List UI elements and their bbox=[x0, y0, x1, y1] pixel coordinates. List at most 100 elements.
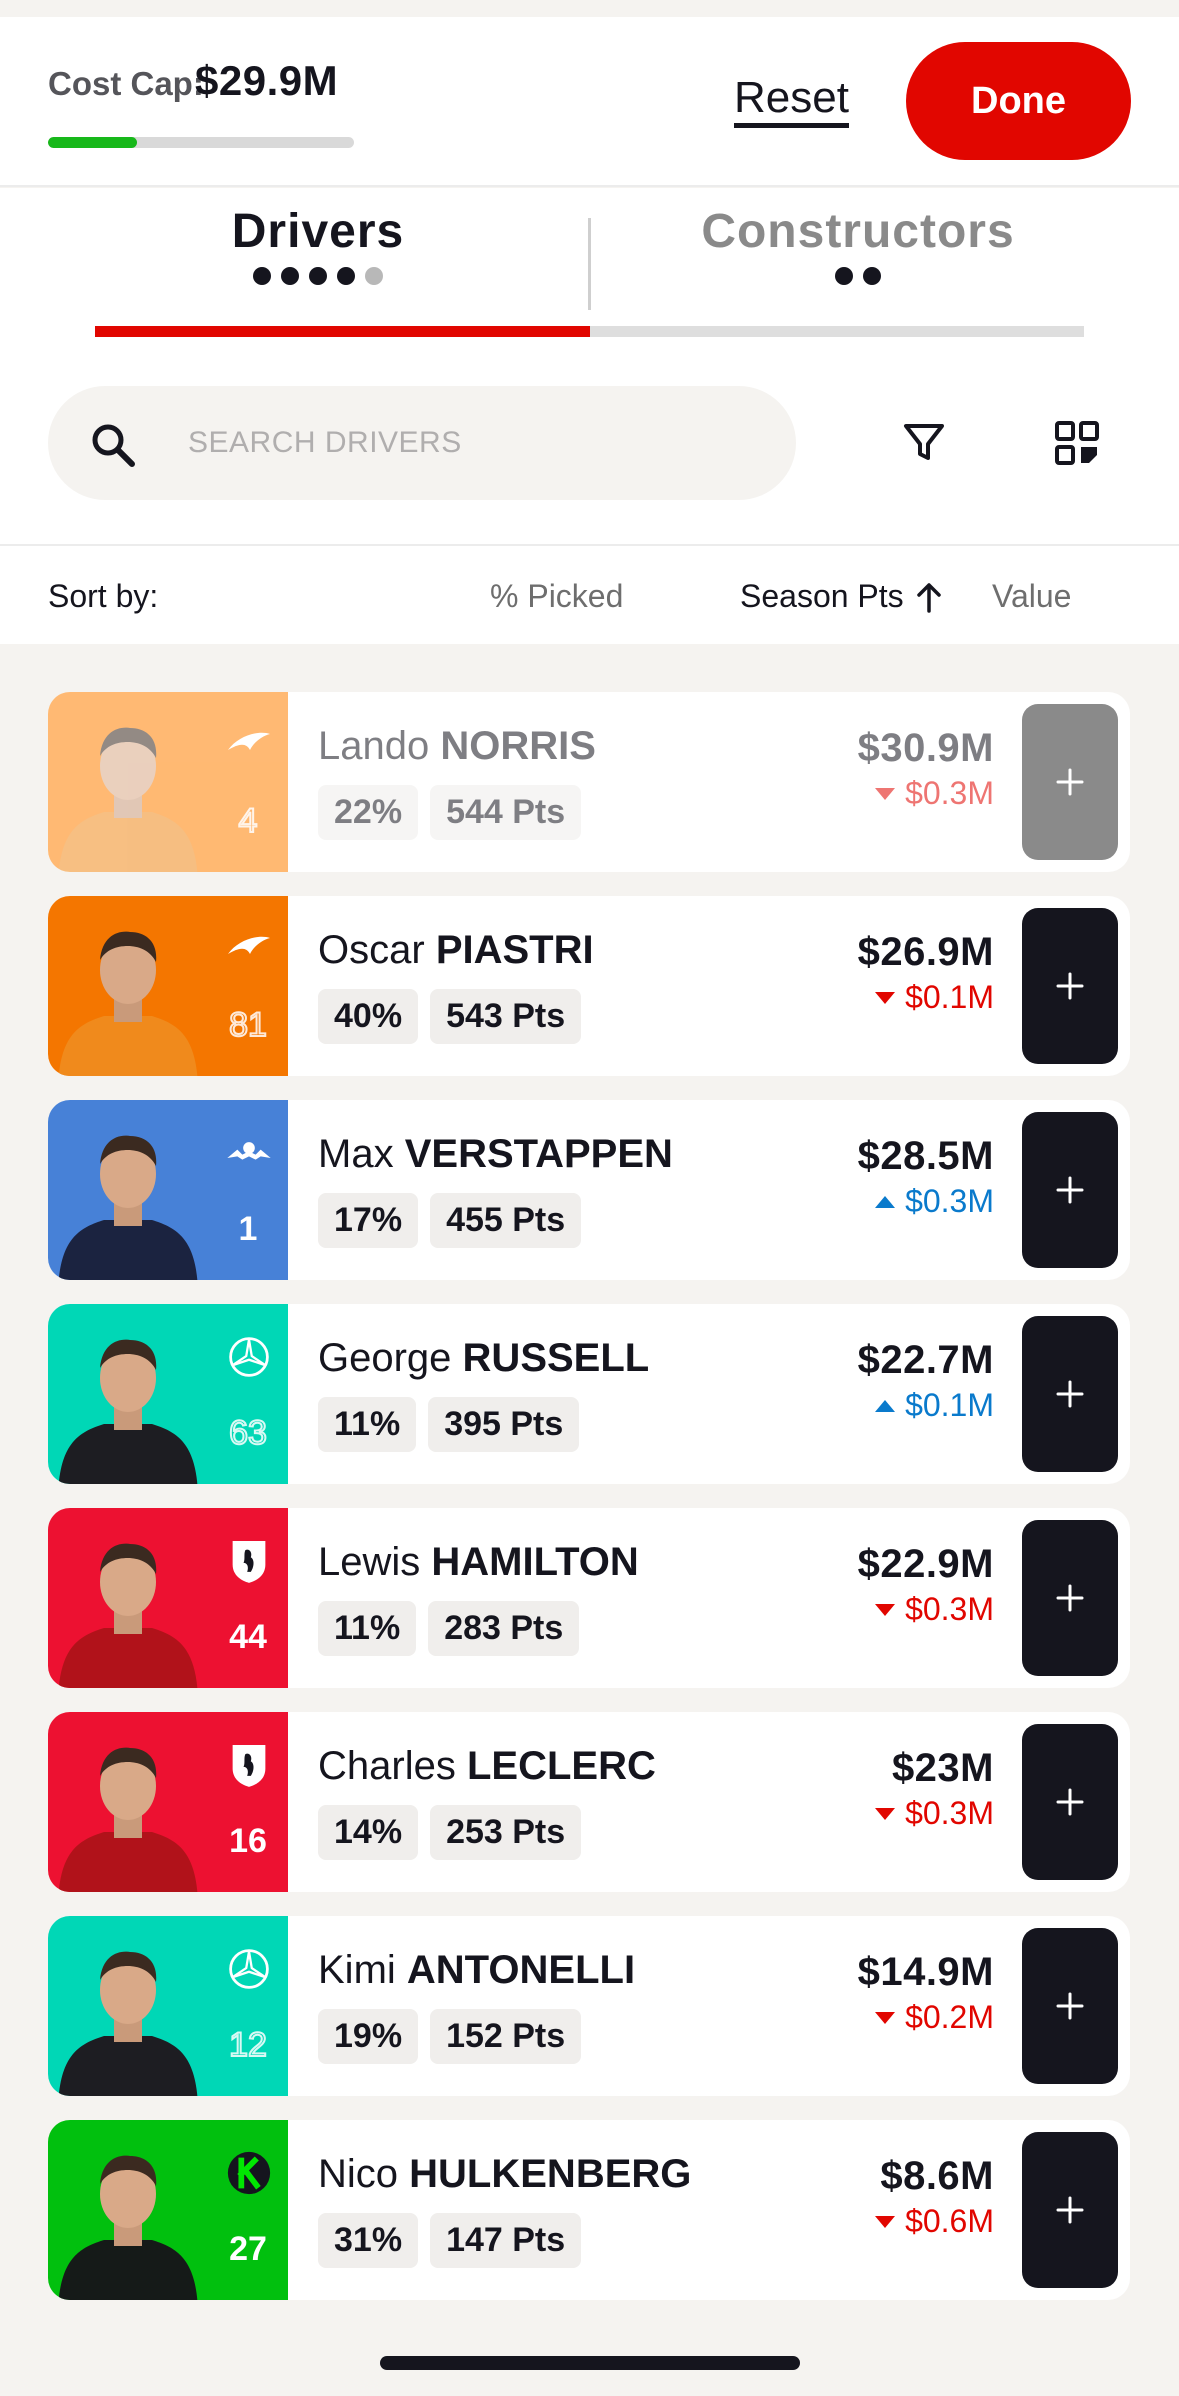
driver-last-name: ANTONELLI bbox=[406, 1948, 636, 1992]
driver-portrait bbox=[58, 1543, 198, 1688]
driver-stats: 14% 253 Pts bbox=[318, 1805, 656, 1860]
driver-photo-panel: 27 bbox=[48, 2120, 288, 2300]
mercedes-logo-icon bbox=[224, 1944, 274, 1994]
add-driver-button[interactable] bbox=[1022, 1520, 1118, 1676]
picked-percent-badge: 22% bbox=[318, 785, 419, 840]
done-button[interactable]: Done bbox=[906, 42, 1131, 160]
price-change-value: $0.1M bbox=[905, 979, 994, 1015]
driver-info: Lando NORRIS 22% 544 Pts bbox=[318, 724, 596, 840]
driver-name: Charles LECLERC bbox=[318, 1744, 656, 1789]
driver-last-name: VERSTAPPEN bbox=[404, 1132, 673, 1176]
price-change: $0.6M bbox=[875, 2203, 994, 2240]
tab-constructors-progress-dots bbox=[608, 267, 1108, 285]
driver-card[interactable]: 4 Lando NORRIS 22% 544 Pts $30.9M $0.3M bbox=[48, 692, 1130, 872]
picked-percent-badge: 31% bbox=[318, 2213, 419, 2268]
triangle-down-icon bbox=[875, 991, 896, 1004]
season-points-badge: 152 Pts bbox=[430, 2009, 582, 2064]
driver-card[interactable]: 27 Nico HULKENBERG 31% 147 Pts $8.6M $0.6M bbox=[48, 2120, 1130, 2300]
driver-price: $22.9M bbox=[857, 1542, 994, 1586]
progress-dot-filled bbox=[253, 267, 271, 285]
add-driver-button[interactable] bbox=[1022, 1112, 1118, 1268]
add-driver-button[interactable] bbox=[1022, 1316, 1118, 1472]
triangle-down-icon bbox=[875, 1603, 896, 1616]
tab-constructors[interactable]: Constructors bbox=[608, 204, 1108, 285]
driver-first-name: Lewis bbox=[318, 1540, 421, 1584]
car-number: 1 bbox=[238, 1210, 258, 1248]
driver-photo-panel: 81 bbox=[48, 896, 288, 1076]
driver-first-name: Max bbox=[318, 1132, 394, 1176]
season-points-badge: 283 Pts bbox=[428, 1601, 580, 1656]
driver-card[interactable]: 44 Lewis HAMILTON 11% 283 Pts $22.9M $0.3M bbox=[48, 1508, 1130, 1688]
driver-price: $28.5M bbox=[857, 1134, 994, 1178]
cost-cap-header: Cost Cap: $29.9M Reset Done bbox=[0, 17, 1179, 187]
driver-stats: 17% 455 Pts bbox=[318, 1193, 673, 1248]
price-block: $22.9M $0.3M bbox=[858, 1542, 994, 1628]
sort-value-option[interactable]: Value bbox=[992, 578, 1071, 615]
picked-percent-badge: 17% bbox=[318, 1193, 419, 1248]
price-change: $0.1M bbox=[858, 979, 994, 1016]
driver-card[interactable]: 12 Kimi ANTONELLI 19% 152 Pts $14.9M $0.2M bbox=[48, 1916, 1130, 2096]
driver-card[interactable]: 63 George RUSSELL 11% 395 Pts $22.7M $0.1M bbox=[48, 1304, 1130, 1484]
sort-picked-option[interactable]: % Picked bbox=[490, 578, 623, 615]
plus-icon bbox=[1056, 1584, 1084, 1612]
search-toolbar bbox=[0, 358, 1179, 546]
add-driver-button[interactable] bbox=[1022, 908, 1118, 1064]
driver-first-name: Charles bbox=[318, 1744, 456, 1788]
progress-dot-filled bbox=[281, 267, 299, 285]
driver-price: $8.6M bbox=[880, 2154, 994, 2198]
add-driver-button[interactable] bbox=[1022, 1928, 1118, 2084]
filter-icon[interactable] bbox=[900, 418, 948, 466]
ferrari-logo-icon bbox=[224, 1536, 274, 1586]
driver-first-name: Oscar bbox=[318, 928, 425, 972]
triangle-up-icon bbox=[875, 1195, 896, 1208]
tab-divider bbox=[588, 218, 591, 310]
driver-first-name: Lando bbox=[318, 724, 430, 768]
add-driver-button[interactable] bbox=[1022, 704, 1118, 860]
grid-view-icon[interactable] bbox=[1054, 420, 1100, 466]
progress-dot-filled bbox=[835, 267, 853, 285]
driver-card[interactable]: 1 Max VERSTAPPEN 17% 455 Pts $28.5M $0.3M bbox=[48, 1100, 1130, 1280]
mercedes-logo-icon bbox=[224, 1332, 274, 1382]
car-number: 27 bbox=[229, 2230, 267, 2268]
add-driver-button[interactable] bbox=[1022, 2132, 1118, 2288]
price-block: $14.9M $0.2M bbox=[858, 1950, 994, 2036]
search-input[interactable] bbox=[188, 416, 748, 470]
price-change-value: $0.6M bbox=[905, 2203, 994, 2239]
driver-list: 4 Lando NORRIS 22% 544 Pts $30.9M $0.3M 81 Osca… bbox=[48, 692, 1130, 2324]
search-box[interactable] bbox=[48, 386, 796, 500]
picked-percent-badge: 11% bbox=[318, 1601, 417, 1656]
driver-last-name: HULKENBERG bbox=[409, 2152, 692, 2196]
driver-card[interactable]: 16 Charles LECLERC 14% 253 Pts $23M $0.3M bbox=[48, 1712, 1130, 1892]
cost-cap-progress-fill bbox=[48, 137, 137, 148]
driver-photo-panel: 16 bbox=[48, 1712, 288, 1892]
tab-drivers-progress-dots bbox=[68, 267, 568, 285]
driver-info: Oscar PIASTRI 40% 543 Pts bbox=[318, 928, 594, 1044]
sort-season-pts-option[interactable]: Season Pts bbox=[740, 578, 944, 615]
progress-dot-filled bbox=[863, 267, 881, 285]
price-change: $0.3M bbox=[858, 1183, 994, 1220]
season-points-badge: 544 Pts bbox=[430, 785, 582, 840]
driver-photo-panel: 1 bbox=[48, 1100, 288, 1280]
add-driver-button[interactable] bbox=[1022, 1724, 1118, 1880]
driver-card[interactable]: 81 Oscar PIASTRI 40% 543 Pts $26.9M $0.1M bbox=[48, 896, 1130, 1076]
driver-info: Kimi ANTONELLI 19% 152 Pts bbox=[318, 1948, 635, 2064]
tab-drivers[interactable]: Drivers bbox=[68, 204, 568, 285]
cost-cap-label: Cost Cap: bbox=[48, 65, 204, 102]
triangle-up-icon bbox=[875, 1399, 896, 1412]
season-points-badge: 147 Pts bbox=[430, 2213, 582, 2268]
driver-photo-panel: 63 bbox=[48, 1304, 288, 1484]
driver-price: $30.9M bbox=[857, 726, 994, 770]
progress-dot-filled bbox=[337, 267, 355, 285]
season-points-badge: 395 Pts bbox=[428, 1397, 580, 1452]
mclaren-logo-icon bbox=[224, 924, 274, 974]
price-change-value: $0.3M bbox=[905, 1795, 994, 1831]
driver-first-name: Kimi bbox=[318, 1948, 396, 1992]
driver-stats: 11% 395 Pts bbox=[318, 1397, 649, 1452]
driver-first-name: George bbox=[318, 1336, 452, 1380]
driver-stats: 22% 544 Pts bbox=[318, 785, 596, 840]
driver-stats: 19% 152 Pts bbox=[318, 2009, 635, 2064]
car-number: 63 bbox=[228, 1413, 268, 1453]
reset-button[interactable]: Reset bbox=[734, 75, 849, 128]
tab-indicator-track bbox=[95, 326, 1084, 337]
triangle-down-icon bbox=[875, 2011, 896, 2024]
